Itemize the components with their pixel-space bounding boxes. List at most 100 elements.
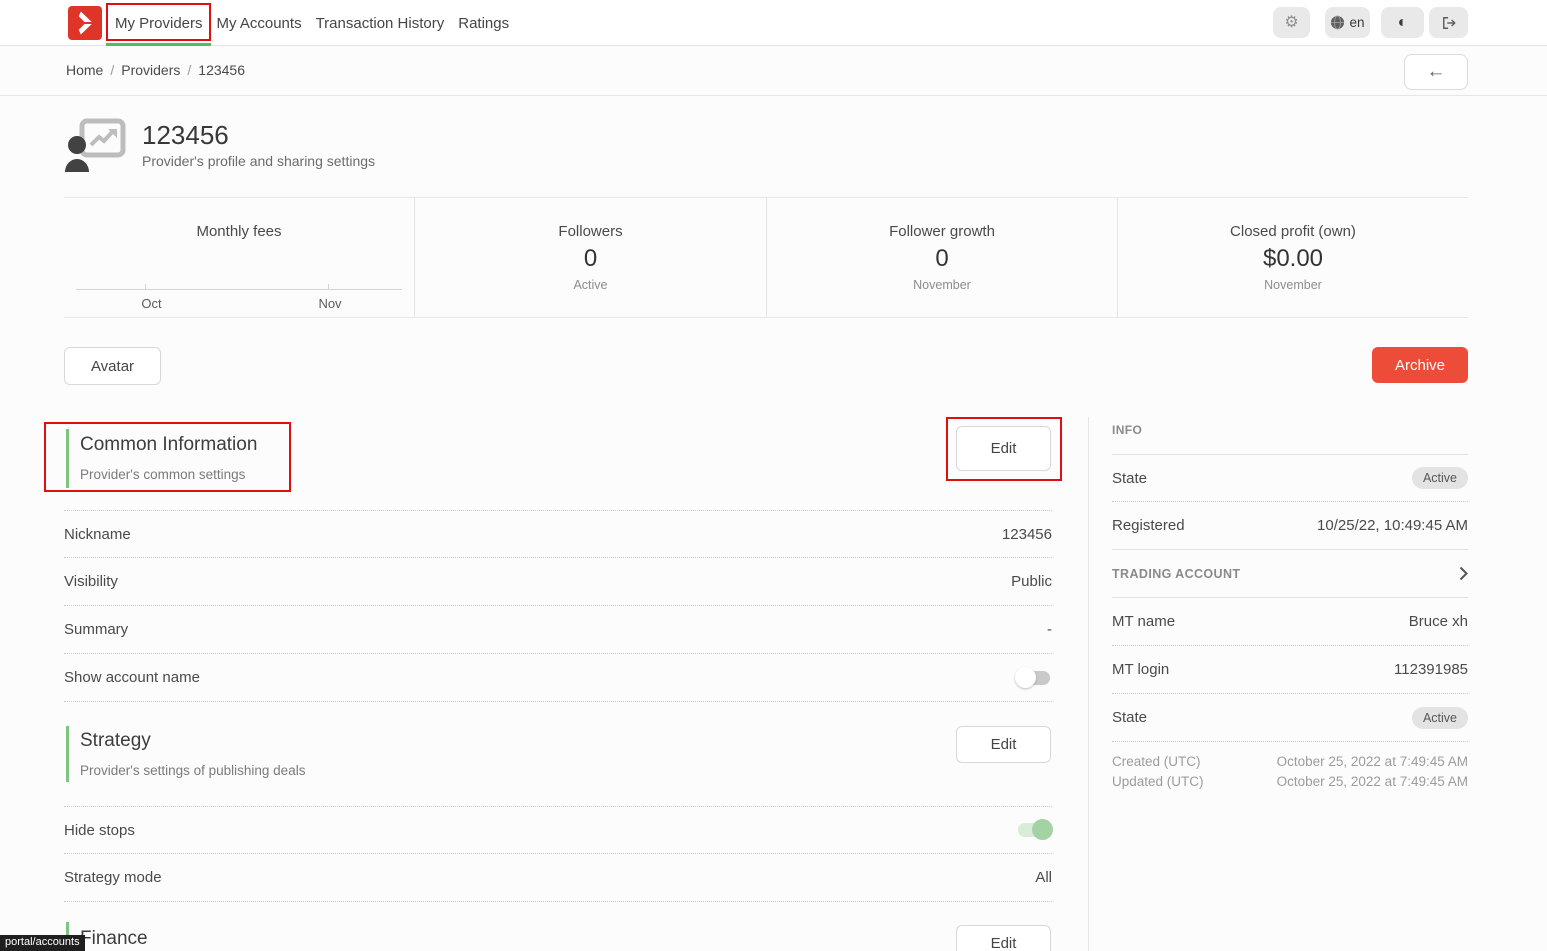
created-line: Created (UTC) October 25, 2022 at 7:49:4… xyxy=(1112,752,1468,772)
breadcrumb-separator: / xyxy=(110,62,114,78)
info-row-ta-state: State Active xyxy=(1112,694,1468,742)
contrast-icon: ◐ xyxy=(1398,15,1408,31)
common-information-edit-button[interactable]: Edit xyxy=(956,426,1051,471)
language-button[interactable]: en xyxy=(1325,7,1370,38)
nav-item-ratings[interactable]: Ratings xyxy=(458,0,509,46)
info-panel-heading: INFO xyxy=(1112,423,1142,437)
stat-card-monthly-fees: Monthly fees Oct Nov xyxy=(64,198,414,317)
strategy-edit-button[interactable]: Edit xyxy=(956,726,1051,763)
info-value: Bruce xh xyxy=(1409,613,1468,630)
axis-tick-label: Nov xyxy=(318,296,341,311)
status-badge: Active xyxy=(1412,707,1468,729)
stat-title: Monthly fees xyxy=(64,223,414,240)
info-row-mt-name: MT name Bruce xh xyxy=(1112,598,1468,646)
nav-item-my-providers[interactable]: My Providers xyxy=(115,0,203,46)
field-value: 123456 xyxy=(1002,526,1052,543)
stats-row: Monthly fees Oct Nov Followers 0 Active … xyxy=(64,197,1468,318)
avatar-button[interactable]: Avatar xyxy=(64,347,161,385)
field-row-summary: Summary - xyxy=(64,606,1052,654)
axis-tick xyxy=(145,284,146,290)
timestamps-block: Created (UTC) October 25, 2022 at 7:49:4… xyxy=(1112,752,1468,792)
nav-item-my-accounts[interactable]: My Accounts xyxy=(217,0,302,46)
nav-item-transaction-history[interactable]: Transaction History xyxy=(316,0,445,46)
field-label: Nickname xyxy=(64,526,131,543)
stat-caption: November xyxy=(1118,278,1468,292)
hide-stops-toggle[interactable] xyxy=(1018,823,1050,837)
settings-button[interactable]: ⚙ xyxy=(1273,7,1310,38)
info-label: State xyxy=(1112,470,1147,487)
back-arrow-icon: ← xyxy=(1427,61,1446,83)
meta-value: October 25, 2022 at 7:49:45 AM xyxy=(1277,752,1468,772)
stat-caption: Active xyxy=(415,278,766,292)
field-label: Show account name xyxy=(64,669,200,686)
common-information-title: Common Information xyxy=(80,434,257,456)
field-label: Visibility xyxy=(64,573,118,590)
field-label: Hide stops xyxy=(64,822,135,839)
stat-value: $0.00 xyxy=(1118,245,1468,273)
page-title: 123456 xyxy=(142,120,229,151)
locale-label: en xyxy=(1349,15,1364,30)
active-tab-underline xyxy=(106,43,211,46)
provider-profile-page: My Providers My Accounts Transaction His… xyxy=(0,0,1547,951)
content-sidebar-divider xyxy=(1088,417,1089,951)
trading-account-header[interactable]: TRADING ACCOUNT xyxy=(1112,550,1468,598)
field-label: Summary xyxy=(64,621,128,638)
info-row-mt-login: MT login 112391985 xyxy=(1112,646,1468,694)
info-value: 10/25/22, 10:49:45 AM xyxy=(1317,517,1468,534)
info-label: Registered xyxy=(1112,517,1185,534)
section-accent-bar xyxy=(66,429,69,488)
field-row-hide-stops: Hide stops xyxy=(64,806,1052,854)
field-row-strategy-mode: Strategy mode All xyxy=(64,854,1052,902)
monthly-fees-chart-axis xyxy=(76,289,402,290)
info-label: MT name xyxy=(1112,613,1175,630)
show-account-name-toggle[interactable] xyxy=(1018,671,1050,685)
toggle-knob xyxy=(1015,667,1036,688)
finance-title: Finance xyxy=(80,928,148,950)
archive-button[interactable]: Archive xyxy=(1372,347,1468,383)
status-badge: Active xyxy=(1412,467,1468,489)
breadcrumb-home[interactable]: Home xyxy=(66,62,103,78)
nav-item-label: Transaction History xyxy=(316,15,445,32)
brand-logo[interactable] xyxy=(68,6,102,40)
chevron-right-icon xyxy=(1459,566,1468,581)
breadcrumb-providers[interactable]: Providers xyxy=(121,62,180,78)
stat-card-followers: Followers 0 Active xyxy=(414,198,766,317)
top-navigation-bar: My Providers My Accounts Transaction His… xyxy=(0,0,1547,46)
header-divider xyxy=(0,95,1547,96)
info-row-registered: Registered 10/25/22, 10:49:45 AM xyxy=(1112,502,1468,550)
theme-toggle-button[interactable]: ◐ xyxy=(1381,7,1424,38)
field-value: All xyxy=(1035,869,1052,886)
stat-title: Closed profit (own) xyxy=(1118,223,1468,240)
annotation-box-nav xyxy=(106,3,211,41)
field-value: - xyxy=(1047,621,1052,638)
link-preview-statusbar: portal/accounts xyxy=(0,935,85,951)
nav-item-label: My Accounts xyxy=(217,15,302,32)
breadcrumb-current: 123456 xyxy=(198,62,245,78)
info-row-state: State Active xyxy=(1112,455,1468,502)
field-value: Public xyxy=(1011,573,1052,590)
strategy-subtitle: Provider's settings of publishing deals xyxy=(80,763,305,778)
field-row-nickname: Nickname 123456 xyxy=(64,510,1052,558)
info-label: MT login xyxy=(1112,661,1169,678)
field-label: Strategy mode xyxy=(64,869,162,886)
meta-label: Updated (UTC) xyxy=(1112,772,1204,792)
logout-button[interactable] xyxy=(1429,7,1468,38)
provider-avatar-icon xyxy=(64,118,126,172)
stat-title: Follower growth xyxy=(767,223,1117,240)
meta-value: October 25, 2022 at 7:49:45 AM xyxy=(1277,772,1468,792)
stat-caption: November xyxy=(767,278,1117,292)
logout-icon xyxy=(1441,16,1457,30)
field-row-visibility: Visibility Public xyxy=(64,558,1052,606)
main-nav: My Providers My Accounts Transaction His… xyxy=(115,0,509,46)
section-accent-bar xyxy=(66,726,69,782)
meta-label: Created (UTC) xyxy=(1112,752,1201,772)
axis-tick-label: Oct xyxy=(141,296,161,311)
finance-edit-button[interactable]: Edit xyxy=(956,925,1051,951)
toggle-knob xyxy=(1032,819,1053,840)
info-label: State xyxy=(1112,709,1147,726)
back-button[interactable]: ← xyxy=(1404,54,1468,90)
breadcrumb-separator: / xyxy=(187,62,191,78)
trading-account-label: TRADING ACCOUNT xyxy=(1112,567,1240,581)
breadcrumb: Home / Providers / 123456 xyxy=(66,62,245,78)
strategy-title: Strategy xyxy=(80,730,151,752)
